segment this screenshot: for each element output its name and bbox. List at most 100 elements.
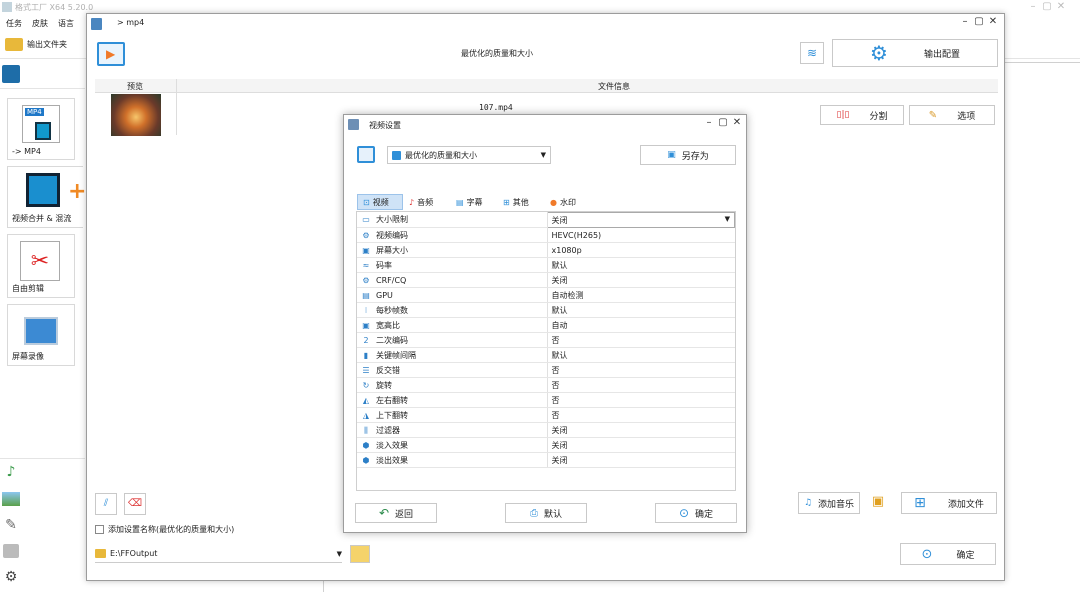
close-icon[interactable]: ✕ bbox=[1054, 1, 1068, 12]
param-value-cell[interactable]: 默认 bbox=[547, 257, 735, 273]
tile-to-mp4[interactable]: MP4 -> MP4 bbox=[7, 98, 75, 160]
param-value-cell[interactable]: HEVC(H265) bbox=[547, 227, 735, 243]
param-row[interactable]: ▣ 宽高比 自动 bbox=[357, 317, 735, 333]
chevron-down-icon[interactable]: ▼ bbox=[725, 215, 730, 223]
param-value-cell[interactable]: 关闭 bbox=[547, 452, 735, 468]
param-value-cell[interactable]: 否 bbox=[547, 407, 735, 423]
close-icon[interactable]: ✕ bbox=[730, 117, 744, 128]
param-value: 否 bbox=[551, 395, 560, 405]
flip-v-icon: ◮ bbox=[362, 410, 370, 420]
tab-audio[interactable]: ♪ 音频 bbox=[403, 194, 450, 210]
param-value-cell[interactable]: 自动检测 bbox=[547, 287, 735, 303]
confirm-button[interactable]: ⊙ 确定 bbox=[655, 503, 737, 523]
param-row[interactable]: ⚙ 视频编码 HEVC(H265) bbox=[357, 227, 735, 243]
plus-icon: + bbox=[68, 179, 87, 204]
back-button[interactable]: ↶ 返回 bbox=[355, 503, 437, 523]
param-value-cell[interactable]: 否 bbox=[547, 377, 735, 393]
preset-select[interactable]: 最优化的质量和大小 ▼ bbox=[387, 146, 551, 164]
param-value-cell[interactable]: 默认 bbox=[547, 347, 735, 363]
param-row[interactable]: ⬢ 淡出效果 关闭 bbox=[357, 452, 735, 468]
param-value: 默认 bbox=[551, 350, 568, 360]
video-settings-dialog: 视频设置 – ▢ ✕ 最优化的质量和大小 ▼ ▣ 另存为 ⊡ 视频 ♪ 音频 ▤ 字幕 ⊞… bbox=[343, 114, 747, 533]
save-as-button[interactable]: ▣ 另存为 bbox=[640, 145, 736, 165]
tab-video-label: 视频 bbox=[372, 197, 389, 207]
other-tab-icon: ⊞ bbox=[503, 197, 510, 207]
param-row[interactable]: ▣ 屏幕大小 x1080p bbox=[357, 242, 735, 258]
param-name: 屏幕大小 bbox=[376, 245, 408, 255]
param-row[interactable]: ◭ 左右翻转 否 bbox=[357, 392, 735, 408]
param-value-cell[interactable]: 否 bbox=[547, 362, 735, 378]
add-music-button[interactable]: ♫ 添加音乐 bbox=[798, 492, 860, 514]
tab-other[interactable]: ⊞ 其他 bbox=[497, 194, 544, 210]
param-value-cell[interactable]: 否 bbox=[547, 332, 735, 348]
audio-category-icon[interactable]: ♪ bbox=[0, 461, 22, 483]
ok-button[interactable]: ⊙ 确定 bbox=[900, 543, 996, 565]
param-name: 大小限制 bbox=[376, 215, 408, 225]
tile-merge-mux[interactable]: + 视频合并 & 混流 bbox=[7, 166, 87, 228]
param-row[interactable]: ◮ 上下翻转 否 bbox=[357, 407, 735, 423]
param-value-cell[interactable]: 否 bbox=[547, 392, 735, 408]
menu-language[interactable]: 语言 bbox=[58, 18, 74, 29]
close-icon[interactable]: ✕ bbox=[986, 16, 1000, 27]
settings-window-icon bbox=[348, 119, 359, 130]
sidebar-divider bbox=[0, 88, 85, 89]
output-settings-button[interactable]: ⚙ 输出配置 bbox=[832, 39, 998, 67]
param-row[interactable]: ⫼ 过滤器 关闭 bbox=[357, 422, 735, 438]
tab-video[interactable]: ⊡ 视频 bbox=[357, 194, 403, 210]
minimize-icon[interactable]: – bbox=[1026, 1, 1040, 12]
document-category-icon[interactable]: ✎ bbox=[0, 514, 22, 536]
param-row[interactable]: ▭ 大小限制 关闭 ▼ bbox=[357, 212, 735, 228]
remove-button[interactable]: ⌫ bbox=[124, 493, 146, 515]
rom-device-category-icon[interactable] bbox=[0, 540, 22, 562]
audio-settings-button[interactable]: ⫽ bbox=[95, 493, 117, 515]
param-value-cell[interactable]: 默认 bbox=[547, 302, 735, 318]
minimize-icon[interactable]: – bbox=[958, 16, 972, 27]
add-folder-button[interactable]: ▣ bbox=[866, 494, 890, 514]
split-button[interactable]: ▯|▯ 分割 bbox=[820, 105, 904, 125]
tab-subtitle[interactable]: ▤ 字幕 bbox=[450, 194, 497, 210]
param-row[interactable]: ▤ GPU 自动检测 bbox=[357, 287, 735, 303]
param-row[interactable]: 2 二次编码 否 bbox=[357, 332, 735, 348]
menu-skin[interactable]: 皮肤 bbox=[32, 18, 48, 29]
two-pass-icon: 2 bbox=[363, 335, 369, 345]
add-file-button[interactable]: ⊞ 添加文件 bbox=[901, 492, 997, 514]
default-button[interactable]: ⎙ 默认 bbox=[505, 503, 587, 523]
param-row[interactable]: ⬢ 淡入效果 关闭 bbox=[357, 437, 735, 453]
param-row[interactable]: ☰ 反交错 否 bbox=[357, 362, 735, 378]
menu-task[interactable]: 任务 bbox=[6, 18, 22, 29]
maximize-icon[interactable]: ▢ bbox=[716, 117, 730, 128]
tab-watermark[interactable]: ● 水印 bbox=[544, 194, 591, 210]
layers-button[interactable]: ≋ bbox=[800, 42, 824, 64]
param-name-cell: ▤ GPU bbox=[357, 287, 548, 303]
param-value-cell[interactable]: x1080p bbox=[547, 242, 735, 258]
sidebar-divider-2 bbox=[0, 458, 85, 459]
param-row[interactable]: ▮ 关键帧间隔 默认 bbox=[357, 347, 735, 363]
browse-folder-button[interactable] bbox=[350, 545, 370, 563]
param-value-cell[interactable]: 关闭 ▼ bbox=[546, 212, 735, 228]
bitrate-icon: ≈ bbox=[362, 260, 370, 270]
confirm-label: 确定 bbox=[695, 509, 714, 520]
minimize-icon[interactable]: – bbox=[702, 117, 716, 128]
image-category-icon[interactable] bbox=[0, 488, 22, 510]
param-value-cell[interactable]: 关闭 bbox=[547, 422, 735, 438]
checkbox-box[interactable] bbox=[95, 525, 104, 534]
param-row[interactable]: ⚙ CRF/CQ 关闭 bbox=[357, 272, 735, 288]
utilities-category-icon[interactable]: ⚙ bbox=[0, 566, 22, 588]
maximize-icon[interactable]: ▢ bbox=[972, 16, 986, 27]
video-settings-titlebar: 视频设置 – ▢ ✕ bbox=[344, 115, 746, 135]
param-value-cell[interactable]: 自动 bbox=[547, 317, 735, 333]
param-value-cell[interactable]: 关闭 bbox=[547, 272, 735, 288]
param-value-cell[interactable]: 关闭 bbox=[547, 437, 735, 453]
output-path-select[interactable]: E:\FFOutput ▼ bbox=[95, 545, 342, 563]
param-row[interactable]: ≈ 码率 默认 bbox=[357, 257, 735, 273]
maximize-icon[interactable]: ▢ bbox=[1040, 1, 1054, 12]
output-folder-button[interactable]: 输出文件夹 bbox=[5, 38, 67, 51]
video-category-icon[interactable] bbox=[2, 65, 20, 83]
options-button[interactable]: ✎ 选项 bbox=[909, 105, 995, 125]
tile-free-cut[interactable]: ✂ 自由剪辑 bbox=[7, 234, 75, 298]
param-row[interactable]: ↻ 旋转 否 bbox=[357, 377, 735, 393]
add-setting-name-checkbox[interactable]: 添加设置名称(最优化的质量和大小) bbox=[95, 524, 234, 535]
tile-screen-record[interactable]: 屏幕录像 bbox=[7, 304, 75, 366]
flip-h-icon: ◭ bbox=[362, 395, 370, 405]
param-row[interactable]: ⁝ 每秒帧数 默认 bbox=[357, 302, 735, 318]
